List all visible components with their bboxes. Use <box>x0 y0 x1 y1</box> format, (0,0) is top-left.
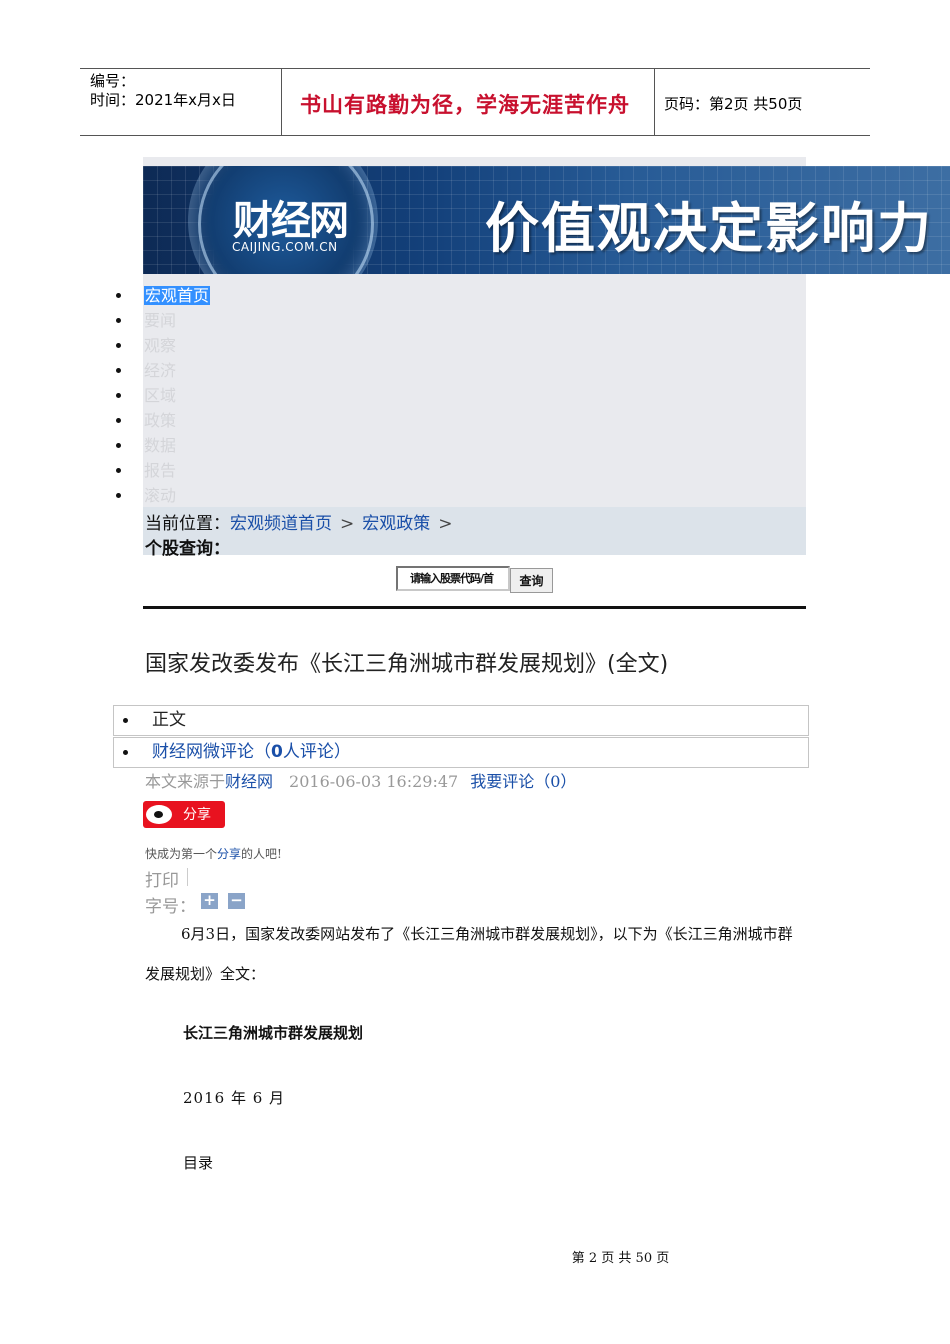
nav-item-economy[interactable]: 经济 <box>113 358 210 383</box>
breadcrumb-link-macro-policy[interactable]: 宏观政策 <box>362 514 430 534</box>
section-rule <box>143 606 806 609</box>
breadcrumb-link-macro-home[interactable]: 宏观频道首页 <box>230 514 332 534</box>
time-label: 时间：2021年x月x日 <box>90 91 236 109</box>
source-label: 本文来源于 <box>145 772 226 791</box>
breadcrumb: 当前位置：宏观频道首页 > 宏观政策 > <box>145 509 461 534</box>
breadcrumb-separator: > <box>340 514 355 534</box>
write-comment-link[interactable]: 我要评论（0） <box>470 772 576 791</box>
banner-slogan: 价值观决定影响力 <box>485 196 933 260</box>
article-title: 国家发改委发布《长江三角洲城市群发展规划》(全文) <box>145 652 669 677</box>
serial-label: 编号： <box>90 72 136 90</box>
source-link[interactable]: 财经网 <box>225 772 273 791</box>
article-paragraph: 6月3日，国家发改委网站发布了《长江三角洲城市群发展规划》，以下为《长江三角洲城… <box>145 925 793 983</box>
stock-search-input[interactable]: 请输入股票代码/首 <box>396 566 510 591</box>
tab-body[interactable]: 正文 <box>113 705 809 736</box>
header-divider <box>654 68 655 136</box>
site-banner[interactable]: 财经网 CAIJING.COM.CN 价值观决定影响力 <box>143 166 950 274</box>
document-title: 长江三角洲城市群发展规划 <box>183 1024 364 1042</box>
header-divider <box>281 68 282 136</box>
header-bottom-rule <box>80 135 870 136</box>
motto: 书山有路勤为径，学海无涯苦作舟 <box>300 93 630 117</box>
font-increase-icon[interactable]: + <box>201 893 218 909</box>
font-decrease-icon[interactable]: − <box>228 893 245 909</box>
nav-item-policy[interactable]: 政策 <box>113 408 210 433</box>
nav-item-observation[interactable]: 观察 <box>113 333 210 358</box>
page-info: 页码：第2页 共50页 <box>664 95 803 113</box>
toc-heading: 目录 <box>183 1154 214 1172</box>
article-meta: 本文来源于财经网 2016-06-03 16:29:47 我要评论（0） <box>145 768 576 792</box>
breadcrumb-label: 当前位置： <box>145 514 230 534</box>
site-logo-domain: CAIJING.COM.CN <box>232 240 338 254</box>
stock-search-button[interactable]: 查询 <box>510 568 553 593</box>
stock-search-label: 个股查询： <box>145 539 230 559</box>
header-left-cell: 编号： 时间：2021年x月x日 <box>90 72 236 110</box>
tab-comments[interactable]: 财经网微评论（0人评论） <box>113 737 809 768</box>
nav-item-rolling[interactable]: 滚动 <box>113 483 210 508</box>
document-date: 2016 年 6 月 <box>183 1089 286 1107</box>
nav-item-macro-home[interactable]: 宏观首页 <box>113 283 211 308</box>
channel-nav: 宏观首页 要闻 观察 经济 区域 政策 数据 报告 滚动 <box>113 283 211 508</box>
nav-item-headlines[interactable]: 要闻 <box>113 308 210 333</box>
article-tabs: 正文 财经网微评论（0人评论） <box>113 705 809 768</box>
breadcrumb-separator: > <box>438 514 453 534</box>
nav-item-region[interactable]: 区域 <box>113 383 210 408</box>
weibo-share-button[interactable]: 分享 <box>143 801 225 828</box>
share-link[interactable]: 分享 <box>217 847 241 861</box>
weibo-icon <box>146 805 172 824</box>
print-link[interactable]: 打印 <box>145 866 179 891</box>
share-note: 快成为第一个分享的人吧! <box>145 847 282 861</box>
site-logo: 财经网 <box>233 198 349 244</box>
nav-item-reports[interactable]: 报告 <box>113 458 210 483</box>
comment-count: 0 <box>271 742 283 762</box>
print-divider <box>187 868 188 886</box>
publish-datetime: 2016-06-03 16:29:47 <box>289 772 459 791</box>
nav-item-data[interactable]: 数据 <box>113 433 210 458</box>
header-top-rule <box>80 68 870 69</box>
share-button-label: 分享 <box>183 807 211 823</box>
page-footer: 第 2 页 共 50 页 <box>571 1251 670 1266</box>
